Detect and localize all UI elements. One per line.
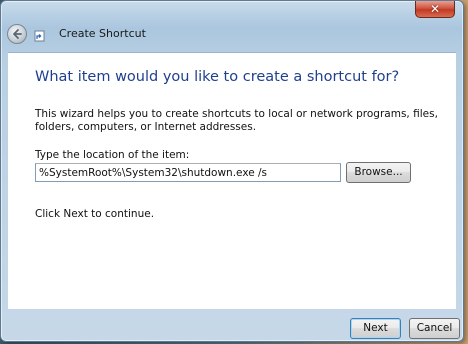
- wizard-description: This wizard helps you to create shortcut…: [35, 108, 438, 133]
- back-arrow-icon: [13, 29, 22, 39]
- wizard-footer: Next Cancel: [8, 309, 460, 339]
- shortcut-wizard-icon: [34, 30, 45, 42]
- continue-instruction: Click Next to continue.: [35, 208, 155, 220]
- cancel-button[interactable]: Cancel: [409, 318, 460, 339]
- close-button[interactable]: ✕: [415, 1, 455, 18]
- location-input[interactable]: [35, 163, 341, 182]
- browse-button[interactable]: Browse...: [346, 162, 411, 183]
- location-label: Type the location of the item:: [35, 149, 190, 161]
- window-title: Create Shortcut: [59, 27, 146, 40]
- next-button[interactable]: Next: [350, 318, 401, 339]
- create-shortcut-window: Create Shortcut ✕ What item would you li…: [0, 0, 464, 342]
- close-icon: ✕: [429, 2, 441, 16]
- back-button[interactable]: [7, 24, 27, 44]
- wizard-heading: What item would you like to create a sho…: [35, 69, 400, 85]
- wizard-content: What item would you like to create a sho…: [8, 52, 456, 309]
